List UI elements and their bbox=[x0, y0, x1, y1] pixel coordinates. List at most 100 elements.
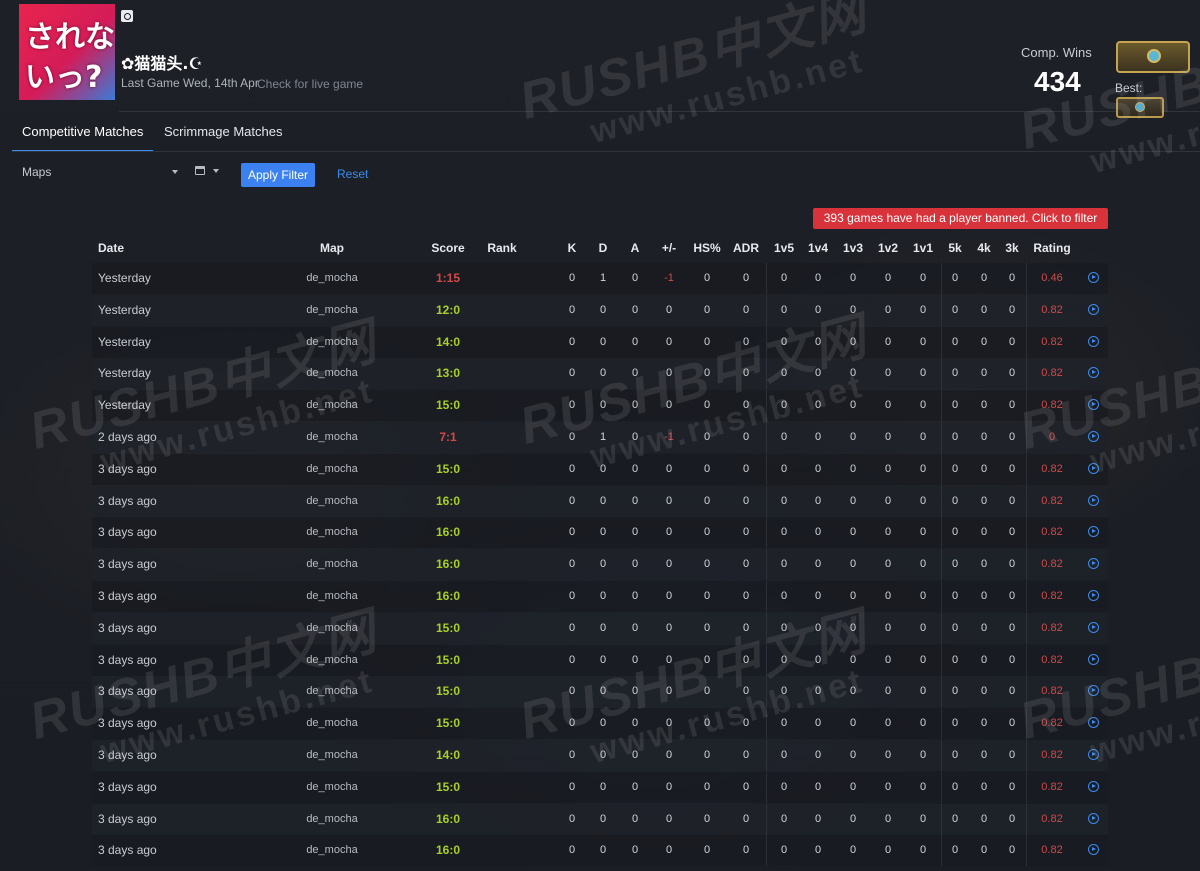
column-header-clutch-1v4[interactable]: 1v4 bbox=[808, 241, 828, 255]
check-live-game-link[interactable]: Check for live game bbox=[257, 77, 363, 91]
play-demo-icon[interactable] bbox=[1088, 335, 1099, 347]
table-row[interactable]: 3 days ago de_mocha 15:0 0 0 0 0 0 0 0 0 0 0 0 0 0 0 0.82 bbox=[92, 644, 1108, 676]
rating-cell: 0.82 bbox=[1041, 303, 1063, 316]
plus-minus-cell: 0 bbox=[665, 558, 673, 571]
column-header-clutch-1v3[interactable]: 1v3 bbox=[843, 241, 863, 255]
multikill-5k-cell: 0 bbox=[951, 653, 959, 666]
play-demo-icon[interactable] bbox=[1088, 844, 1099, 856]
play-demo-icon[interactable] bbox=[1088, 749, 1099, 760]
play-demo-icon[interactable] bbox=[1088, 558, 1099, 570]
table-row[interactable]: 3 days ago de_mocha 14:0 0 0 0 0 0 0 0 0 0 0 0 0 0 0 0.82 bbox=[92, 740, 1108, 771]
avatar: されないっ? bbox=[19, 4, 115, 100]
play-demo-icon[interactable] bbox=[1088, 462, 1099, 474]
table-row[interactable]: 3 days ago de_mocha 15:0 0 0 0 0 0 0 0 0 0 0 0 0 0 0 0.82 bbox=[92, 676, 1108, 708]
table-row[interactable]: 3 days ago de_mocha 16:0 0 0 0 0 0 0 0 0 0 0 0 0 0 0 0.82 bbox=[92, 581, 1108, 612]
plus-minus-cell: 0 bbox=[665, 494, 673, 507]
table-row[interactable]: 3 days ago de_mocha 16:0 0 0 0 0 0 0 0 0 0 0 0 0 0 0 0.82 bbox=[92, 835, 1108, 867]
column-separator bbox=[1026, 326, 1027, 358]
column-header-kills[interactable]: K bbox=[568, 241, 577, 255]
play-demo-icon[interactable] bbox=[1088, 621, 1099, 633]
play-demo-icon[interactable] bbox=[1088, 780, 1099, 792]
date-cell: 3 days ago bbox=[98, 748, 157, 762]
column-header-score[interactable]: Score bbox=[431, 241, 464, 255]
play-demo-icon[interactable] bbox=[1088, 272, 1099, 283]
apply-filter-button[interactable]: Apply Filter bbox=[241, 163, 315, 187]
tab-scrimmage-matches[interactable]: Scrimmage Matches bbox=[154, 124, 292, 150]
table-row[interactable]: 3 days ago de_mocha 15:0 0 0 0 0 0 0 0 0 0 0 0 0 0 0 0.82 bbox=[92, 708, 1108, 740]
reset-filter-link[interactable]: Reset bbox=[337, 167, 368, 181]
play-demo-icon[interactable] bbox=[1088, 526, 1099, 538]
table-row[interactable]: Yesterday de_mocha 14:0 0 0 0 0 0 0 0 0 0 0 0 0 0 0 0.82 bbox=[92, 326, 1108, 358]
play-demo-icon[interactable] bbox=[1088, 399, 1099, 411]
multikill-4k-cell: 0 bbox=[980, 844, 988, 857]
table-row[interactable]: Yesterday de_mocha 13:0 0 0 0 0 0 0 0 0 0 0 0 0 0 0 0.82 bbox=[92, 358, 1108, 390]
column-header-multikill-4k[interactable]: 4k bbox=[977, 241, 990, 255]
table-row[interactable]: 3 days ago de_mocha 16:0 0 0 0 0 0 0 0 0 0 0 0 0 0 0 0.82 bbox=[92, 485, 1108, 517]
map-cell: de_mocha bbox=[306, 685, 358, 698]
column-separator bbox=[766, 740, 767, 771]
hs-percent-cell: 0 bbox=[703, 685, 711, 698]
kills-cell: 0 bbox=[568, 590, 576, 602]
table-row[interactable]: 3 days ago de_mocha 16:0 0 0 0 0 0 0 0 0 0 0 0 0 0 0 0.82 bbox=[92, 517, 1108, 549]
clutch-1v3-cell: 0 bbox=[849, 590, 857, 602]
column-header-plus-minus[interactable]: +/- bbox=[662, 241, 676, 255]
clutch-1v3-cell: 0 bbox=[849, 558, 857, 571]
table-row[interactable]: 3 days ago de_mocha 15:0 0 0 0 0 0 0 0 0 0 0 0 0 0 0 0.82 bbox=[92, 612, 1108, 644]
column-header-date[interactable]: Date bbox=[98, 241, 124, 255]
hs-percent-cell: 0 bbox=[703, 303, 711, 316]
play-demo-icon[interactable] bbox=[1088, 685, 1099, 697]
column-header-deaths[interactable]: D bbox=[599, 241, 608, 255]
play-demo-icon[interactable] bbox=[1088, 653, 1099, 665]
table-row[interactable]: 3 days ago de_mocha 15:0 0 0 0 0 0 0 0 0 0 0 0 0 0 0 0.82 bbox=[92, 453, 1108, 485]
deaths-cell: 0 bbox=[599, 685, 607, 698]
adr-cell: 0 bbox=[742, 685, 750, 698]
column-header-multikill-3k[interactable]: 3k bbox=[1005, 241, 1018, 255]
column-header-map[interactable]: Map bbox=[320, 241, 344, 255]
kills-cell: 0 bbox=[568, 621, 576, 634]
date-filter-picker[interactable] bbox=[195, 164, 221, 180]
tab-competitive-matches[interactable]: Competitive Matches bbox=[12, 124, 154, 152]
column-header-clutch-1v2[interactable]: 1v2 bbox=[878, 241, 898, 255]
table-row[interactable]: 2 days ago de_mocha 7:1 0 1 0 -1 0 0 0 0 0 0 0 0 0 0 0 bbox=[92, 422, 1108, 453]
rating-cell: 0.82 bbox=[1041, 844, 1063, 857]
column-separator bbox=[766, 644, 767, 676]
column-header-rank[interactable]: Rank bbox=[487, 241, 516, 255]
steam-icon[interactable] bbox=[121, 10, 133, 22]
table-row[interactable]: 3 days ago de_mocha 16:0 0 0 0 0 0 0 0 0 0 0 0 0 0 0 0.82 bbox=[92, 803, 1108, 835]
play-demo-icon[interactable] bbox=[1088, 717, 1099, 729]
score-cell: 1:15 bbox=[435, 271, 461, 285]
column-header-adr[interactable]: ADR bbox=[733, 241, 759, 255]
column-header-clutch-1v5[interactable]: 1v5 bbox=[774, 241, 794, 255]
clutch-1v2-cell: 0 bbox=[884, 780, 892, 793]
clutch-1v4-cell: 0 bbox=[814, 558, 822, 571]
maps-filter-select[interactable]: Maps bbox=[22, 165, 180, 181]
column-separator bbox=[766, 581, 767, 612]
table-row[interactable]: 3 days ago de_mocha 15:0 0 0 0 0 0 0 0 0 0 0 0 0 0 0 0.82 bbox=[92, 771, 1108, 803]
multikill-5k-cell: 0 bbox=[951, 749, 959, 761]
table-row[interactable]: Yesterday de_mocha 1:15 0 1 0 -1 0 0 0 0 0 0 0 0 0 0 0.46 bbox=[92, 263, 1108, 294]
column-separator bbox=[1026, 549, 1027, 581]
play-demo-icon[interactable] bbox=[1088, 303, 1099, 315]
kills-cell: 0 bbox=[568, 462, 576, 475]
clutch-1v4-cell: 0 bbox=[814, 303, 822, 316]
clutch-1v3-cell: 0 bbox=[849, 526, 857, 539]
column-header-assists[interactable]: A bbox=[631, 241, 640, 255]
table-row[interactable]: Yesterday de_mocha 15:0 0 0 0 0 0 0 0 0 0 0 0 0 0 0 0.82 bbox=[92, 390, 1108, 422]
column-header-clutch-1v1[interactable]: 1v1 bbox=[913, 241, 933, 255]
play-demo-icon[interactable] bbox=[1088, 812, 1099, 824]
table-row[interactable]: 3 days ago de_mocha 16:0 0 0 0 0 0 0 0 0 0 0 0 0 0 0 0.82 bbox=[92, 549, 1108, 581]
clutch-1v5-cell: 0 bbox=[780, 431, 788, 443]
column-separator bbox=[766, 612, 767, 644]
play-demo-icon[interactable] bbox=[1088, 590, 1099, 601]
clutch-1v1-cell: 0 bbox=[919, 590, 927, 602]
column-header-hs-percent[interactable]: HS% bbox=[693, 241, 720, 255]
table-row[interactable]: Yesterday de_mocha 12:0 0 0 0 0 0 0 0 0 0 0 0 0 0 0 0.82 bbox=[92, 294, 1108, 326]
play-demo-icon[interactable] bbox=[1088, 367, 1099, 379]
play-demo-icon[interactable] bbox=[1088, 494, 1099, 506]
column-header-multikill-5k[interactable]: 5k bbox=[948, 241, 961, 255]
adr-cell: 0 bbox=[742, 590, 750, 602]
banned-players-notice[interactable]: 393 games have had a player banned. Clic… bbox=[813, 208, 1108, 229]
clutch-1v1-cell: 0 bbox=[919, 844, 927, 857]
play-demo-icon[interactable] bbox=[1088, 431, 1099, 442]
column-header-rating[interactable]: Rating bbox=[1033, 241, 1070, 255]
